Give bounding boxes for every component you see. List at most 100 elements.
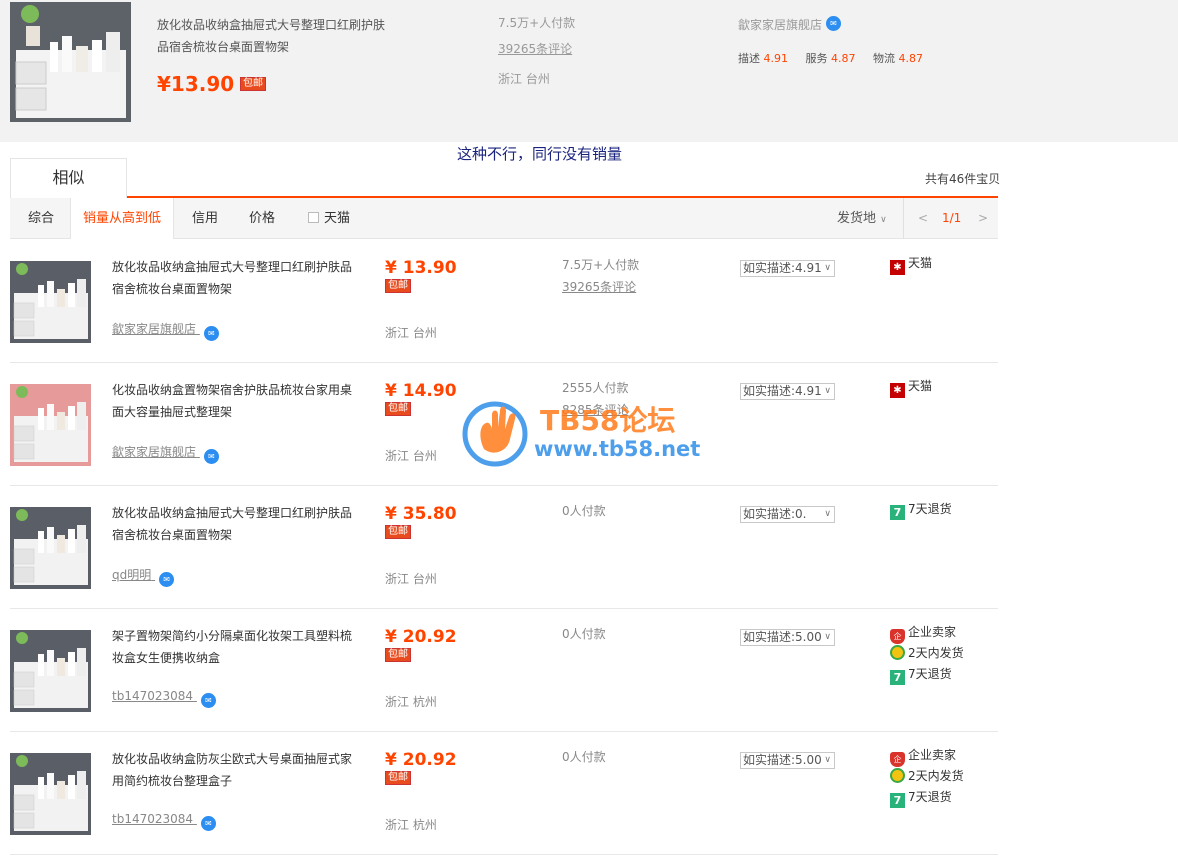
- product-row: 放化妆品收纳盒防灰尘欧式大号桌面抽屉式家用简约梳妆台整理盒子 tb1470230…: [10, 732, 998, 855]
- shop-name[interactable]: 歙家家居旗舰店: [112, 322, 196, 336]
- rating-label: 物流: [873, 52, 895, 65]
- service-badges: 企企业卖家 2天内发货 7 7天退货: [890, 747, 964, 810]
- rating-select-value: 如实描述:4.91: [743, 384, 822, 398]
- service-badge: 2天内发货: [890, 768, 964, 789]
- service-badge: ✱ 天猫: [890, 255, 932, 276]
- shop-link[interactable]: 歙家家居旗舰店 ✉: [112, 320, 219, 341]
- rating-select[interactable]: 如实描述:5.00 ∨: [740, 752, 835, 769]
- product-image[interactable]: [10, 507, 91, 589]
- product-location: 浙江 台州: [385, 572, 437, 586]
- tmall-icon: ✱: [890, 383, 905, 398]
- shop-link[interactable]: 歙家家居旗舰店 ✉: [112, 443, 219, 464]
- wangwang-icon[interactable]: ✉: [203, 449, 219, 464]
- ship-2day-icon: [890, 645, 905, 660]
- rating-label: 描述: [738, 52, 760, 65]
- top-item-card: 放化妆品收纳盒抽屉式大号整理口红刷护肤品宿舍梳妆台桌面置物架 ¥13.90 包邮…: [0, 0, 1178, 142]
- free-shipping-tag: 包邮: [385, 402, 411, 416]
- rating-select[interactable]: 如实描述:5.00 ∨: [740, 629, 835, 646]
- product-price: ¥ 35.80: [385, 504, 457, 524]
- chevron-down-icon: ∨: [824, 263, 831, 273]
- shop-link[interactable]: tb147023084 ✉: [112, 812, 216, 831]
- tmall-filter-label: 天猫: [324, 211, 351, 226]
- free-shipping-tag: 包邮: [385, 771, 411, 785]
- free-shipping-tag: 包邮: [385, 648, 411, 662]
- top-item-shop[interactable]: 歙家家居旗舰店: [738, 16, 822, 33]
- enterprise-seller-icon: 企: [890, 629, 905, 644]
- sort-price[interactable]: 价格: [249, 198, 275, 239]
- product-location: 浙江 杭州: [385, 695, 437, 709]
- product-location: 浙江 杭州: [385, 818, 437, 832]
- rating-value: 4.91: [763, 52, 789, 65]
- service-badges: ✱ 天猫: [890, 378, 932, 399]
- free-shipping-tag: 包邮: [385, 525, 411, 539]
- wangwang-icon[interactable]: ✉: [203, 326, 219, 341]
- seven-day-return-icon: 7: [890, 793, 905, 808]
- service-badge-label: 7天退货: [908, 667, 952, 681]
- page-indicator: 1/1: [942, 211, 962, 225]
- top-item-image[interactable]: [10, 2, 131, 122]
- shop-name[interactable]: tb147023084: [112, 689, 193, 703]
- product-price: ¥ 20.92: [385, 750, 457, 770]
- rating-select-value: 如实描述:5.00: [743, 753, 822, 767]
- service-badge-label: 天猫: [908, 256, 933, 270]
- product-image[interactable]: [10, 753, 91, 835]
- next-page-icon[interactable]: >: [978, 198, 988, 239]
- product-price: ¥ 13.90: [385, 258, 457, 278]
- annotation-note: 这种不行，同行没有销量: [457, 145, 623, 163]
- product-title[interactable]: 化妆品收纳盒置物架宿舍护肤品梳妆台家用桌面大容量抽屉式整理架: [112, 379, 357, 423]
- tmall-filter[interactable]: 天猫: [308, 198, 350, 239]
- product-location: 浙江 台州: [385, 326, 437, 340]
- top-item-sales: 7.5万+人付款: [498, 16, 576, 30]
- rating-select[interactable]: 如实描述:0. ∨: [740, 506, 835, 523]
- tab-similar[interactable]: 相似: [10, 158, 127, 198]
- wangwang-icon[interactable]: ✉: [200, 816, 216, 831]
- destination-dropdown[interactable]: 发货地 ∨: [837, 198, 887, 241]
- product-title[interactable]: 放化妆品收纳盒抽屉式大号整理口红刷护肤品宿舍梳妆台桌面置物架: [112, 502, 357, 546]
- product-image[interactable]: [10, 384, 91, 466]
- service-badge: 企企业卖家: [890, 747, 964, 768]
- service-badge: 7 7天退货: [890, 666, 964, 687]
- service-badge-label: 2天内发货: [908, 646, 964, 660]
- shop-name[interactable]: 歙家家居旗舰店: [112, 445, 196, 459]
- rating-select[interactable]: 如实描述:4.91 ∨: [740, 383, 835, 400]
- product-image[interactable]: [10, 261, 91, 343]
- product-location: 浙江 台州: [385, 449, 437, 463]
- top-item-title[interactable]: 放化妆品收纳盒抽屉式大号整理口红刷护肤品宿舍梳妆台桌面置物架: [157, 14, 392, 58]
- service-badge-label: 7天退货: [908, 790, 952, 804]
- top-item-reviews-link[interactable]: 39265条评论: [498, 40, 572, 57]
- rating-value: 4.87: [898, 52, 924, 65]
- free-shipping-tag: 包邮: [240, 77, 266, 91]
- product-reviews-link[interactable]: 8285条评论: [562, 401, 629, 418]
- product-sales: 7.5万+人付款: [562, 258, 640, 272]
- prev-page-icon[interactable]: <: [918, 198, 928, 239]
- shop-name[interactable]: qd明明: [112, 568, 151, 582]
- wangwang-icon[interactable]: ✉: [200, 693, 216, 708]
- product-title[interactable]: 放化妆品收纳盒防灰尘欧式大号桌面抽屉式家用简约梳妆台整理盒子: [112, 748, 357, 792]
- product-sales: 0人付款: [562, 504, 606, 518]
- ship-2day-icon: [890, 768, 905, 783]
- wangwang-icon[interactable]: ✉: [159, 572, 175, 587]
- product-title[interactable]: 架子置物架简约小分隔桌面化妆架工具塑料梳妆盒女生便携收纳盒: [112, 625, 357, 669]
- shop-name[interactable]: tb147023084: [112, 812, 193, 826]
- sort-default[interactable]: 综合: [28, 198, 54, 239]
- service-badge: ✱ 天猫: [890, 378, 932, 399]
- seven-day-return-icon: 7: [890, 505, 905, 520]
- destination-label: 发货地: [837, 211, 877, 226]
- shop-ratings: 描述 4.91 服务 4.87 物流 4.87: [738, 50, 937, 66]
- tmall-checkbox[interactable]: [308, 212, 319, 223]
- chevron-down-icon: ∨: [824, 509, 831, 519]
- tmall-icon: ✱: [890, 260, 905, 275]
- product-title[interactable]: 放化妆品收纳盒抽屉式大号整理口红刷护肤品宿舍梳妆台桌面置物架: [112, 256, 357, 300]
- product-image[interactable]: [10, 630, 91, 712]
- sort-sales[interactable]: 销量从高到低: [70, 198, 174, 239]
- rating-select-value: 如实描述:0.: [743, 507, 807, 521]
- sort-credit[interactable]: 信用: [192, 198, 218, 239]
- product-reviews-link[interactable]: 39265条评论: [562, 278, 636, 295]
- shop-link[interactable]: tb147023084 ✉: [112, 689, 216, 708]
- wangwang-icon[interactable]: ✉: [826, 16, 841, 31]
- rating-select[interactable]: 如实描述:4.91 ∨: [740, 260, 835, 277]
- product-price: ¥ 20.92: [385, 627, 457, 647]
- product-row: 放化妆品收纳盒抽屉式大号整理口红刷护肤品宿舍梳妆台桌面置物架 歙家家居旗舰店 ✉…: [10, 240, 998, 363]
- shop-link[interactable]: qd明明 ✉: [112, 566, 175, 587]
- service-badges: 企企业卖家 2天内发货 7 7天退货: [890, 624, 964, 687]
